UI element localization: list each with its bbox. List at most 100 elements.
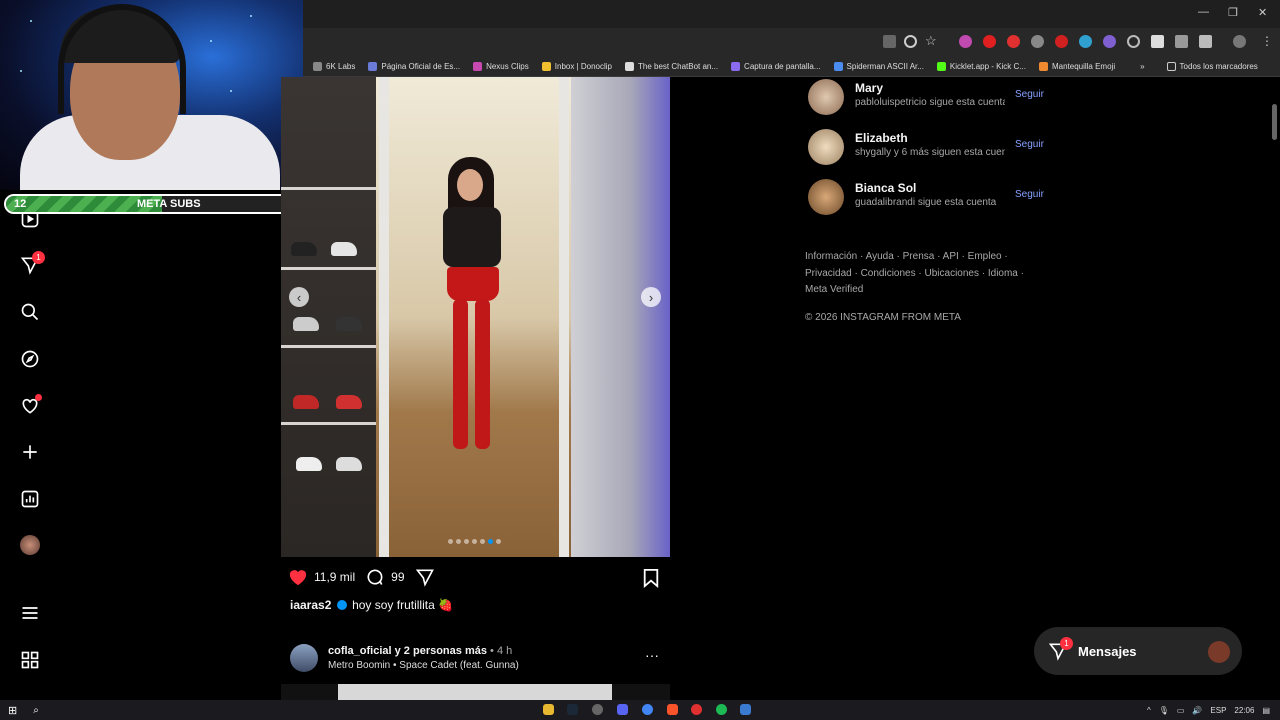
like-heart-icon[interactable]: [288, 568, 308, 586]
next-post-audio[interactable]: Metro Boomin • Space Cadet (feat. Gunna): [328, 660, 519, 671]
bookmark-item[interactable]: Nexus Clips: [473, 61, 529, 71]
extension-icon-6[interactable]: [1103, 35, 1116, 48]
save-bookmark-icon[interactable]: [642, 568, 660, 593]
bookmark-favicon: [368, 61, 378, 71]
suggestion-name[interactable]: Elizabeth: [855, 131, 908, 145]
bookmark-item[interactable]: Mantequilla Emoji: [1038, 61, 1115, 71]
bookmark-item[interactable]: Página Oficial de Es...: [368, 61, 460, 71]
app-icon[interactable]: [740, 704, 751, 715]
avatar[interactable]: [808, 129, 844, 165]
cast-icon[interactable]: [883, 35, 896, 48]
app-icon[interactable]: [592, 704, 603, 715]
avatar[interactable]: [808, 79, 844, 115]
bookmark-item[interactable]: 6K Labs: [313, 61, 355, 71]
follow-button[interactable]: Seguir: [1015, 189, 1044, 200]
bookmark-item[interactable]: The best ChatBot an...: [625, 61, 718, 71]
extension-icon-4[interactable]: [1055, 35, 1068, 48]
windows-start-icon[interactable]: ⊞: [8, 704, 17, 717]
extensions-puzzle-icon[interactable]: [1199, 35, 1212, 48]
post-actions: 11,9 mil 99: [288, 567, 435, 587]
avatar[interactable]: [808, 179, 844, 215]
network-icon[interactable]: ▭: [1177, 706, 1185, 715]
bookmark-favicon: [541, 61, 551, 71]
language-indicator[interactable]: ESP: [1210, 706, 1226, 715]
bookmark-favicon: [1038, 61, 1048, 71]
file-explorer-icon[interactable]: [543, 704, 554, 715]
spotify-icon[interactable]: [716, 704, 727, 715]
caption-text: hoy soy frutillita 🍓: [352, 598, 454, 612]
steam-icon[interactable]: [567, 704, 578, 715]
suggestion-item: Elizabeth shygally y 6 más siguen esta c…: [808, 129, 1058, 169]
person-skirt: [447, 267, 499, 301]
carousel-next-button[interactable]: ›: [641, 287, 661, 307]
bookmarks-overflow-button[interactable]: »: [1140, 62, 1144, 71]
suggestion-name[interactable]: Bianca Sol: [855, 181, 916, 195]
carousel-dot: [496, 539, 501, 544]
page-scrollbar[interactable]: [1272, 104, 1277, 140]
profile-icon[interactable]: [1233, 35, 1246, 48]
microphone-icon[interactable]: 🎙: [1159, 706, 1169, 715]
explore-icon[interactable]: [18, 347, 42, 371]
taskbar-search-icon[interactable]: ⌕: [33, 705, 39, 716]
restore-button[interactable]: ❐: [1228, 6, 1238, 19]
clock[interactable]: 22:06: [1234, 706, 1254, 715]
app-icon[interactable]: [691, 704, 702, 715]
comment-icon[interactable]: [365, 567, 385, 587]
adblock-icon[interactable]: [1007, 35, 1020, 48]
like-count[interactable]: 11,9 mil: [314, 570, 355, 584]
follow-button[interactable]: Seguir: [1015, 139, 1044, 150]
bookmark-item[interactable]: Inbox | Donoclip: [541, 61, 612, 71]
info-icon[interactable]: [1127, 35, 1140, 48]
browser-menu-icon[interactable]: ⋮: [1261, 34, 1273, 48]
brave-icon[interactable]: [667, 704, 678, 715]
extension-icon-1[interactable]: [959, 35, 972, 48]
share-icon[interactable]: [415, 567, 435, 587]
minimize-button[interactable]: —: [1198, 6, 1209, 18]
bookmark-star-icon[interactable]: ☆: [925, 33, 937, 49]
all-bookmarks-folder[interactable]: Todos los marcadores: [1166, 61, 1258, 71]
suggestion-name[interactable]: Mary: [855, 81, 883, 95]
next-post-title[interactable]: cofla_oficial y 2 personas más • 4 h: [328, 645, 512, 657]
more-apps-icon[interactable]: [18, 648, 42, 672]
notifications-icon[interactable]: ▤: [1262, 706, 1270, 715]
bookmark-item[interactable]: Spiderman ASCII Ar...: [833, 61, 924, 71]
extension-icon-3[interactable]: [1031, 35, 1044, 48]
extension-icon-7[interactable]: [1151, 35, 1164, 48]
close-window-button[interactable]: ✕: [1258, 6, 1267, 19]
bookmark-item[interactable]: Kicklet.app - Kick C...: [936, 61, 1026, 71]
extension-icon-5[interactable]: [1079, 35, 1092, 48]
avatar[interactable]: [1208, 641, 1230, 663]
extension-icon-2[interactable]: [983, 35, 996, 48]
search-icon[interactable]: [18, 300, 42, 324]
discord-icon[interactable]: [617, 704, 628, 715]
notification-dot: [35, 394, 42, 401]
bookmark-item[interactable]: Captura de pantalla...: [731, 61, 821, 71]
carousel-dot: [464, 539, 469, 544]
carousel-prev-button[interactable]: ‹: [289, 287, 309, 307]
create-icon[interactable]: [18, 440, 42, 464]
volume-icon[interactable]: 🔊: [1192, 706, 1202, 715]
zoom-icon[interactable]: [904, 35, 917, 48]
menu-icon[interactable]: [18, 601, 42, 625]
post-author[interactable]: iaaras2: [290, 598, 331, 612]
direct-messages-icon[interactable]: 1: [18, 251, 45, 277]
messages-label: Mensajes: [1078, 643, 1137, 659]
mirror-frame: [379, 77, 569, 557]
avatar[interactable]: [290, 644, 318, 672]
profile-avatar[interactable]: [18, 533, 42, 557]
verified-badge-icon: [336, 600, 347, 610]
more-options-button[interactable]: ···: [645, 647, 659, 663]
tray-overflow-icon[interactable]: ^: [1147, 706, 1151, 715]
follow-button[interactable]: Seguir: [1015, 89, 1044, 100]
footer-links[interactable]: Información · Ayuda · Prensa · API · Emp…: [805, 249, 1025, 299]
dashboard-icon[interactable]: [18, 487, 42, 511]
messages-badge: 1: [1060, 637, 1073, 650]
comment-count[interactable]: 99: [391, 570, 404, 584]
post-image[interactable]: [281, 77, 670, 557]
person-leg: [475, 299, 490, 449]
extension-icon-8[interactable]: [1175, 35, 1188, 48]
avatar: [20, 535, 40, 555]
chrome-icon[interactable]: [642, 704, 653, 715]
notifications-heart-icon[interactable]: [18, 394, 42, 418]
bookmark-favicon: [313, 61, 322, 71]
